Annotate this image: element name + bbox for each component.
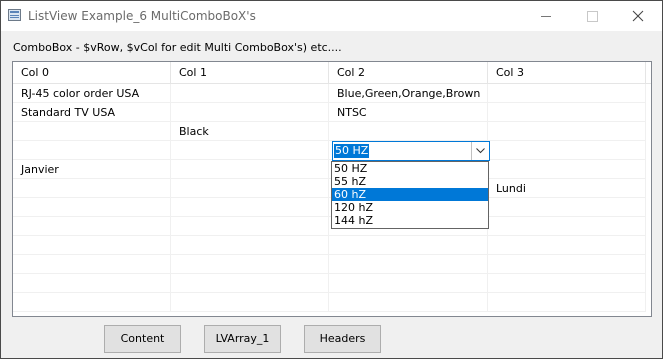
table-cell[interactable] xyxy=(13,217,171,236)
table-cell[interactable] xyxy=(488,236,646,255)
table-cell[interactable]: Blue,Green,Orange,Brown xyxy=(329,84,488,103)
table-row[interactable]: RJ-45 color order USA Blue,Green,Orange,B… xyxy=(13,84,651,103)
combobox-dropdown-button[interactable] xyxy=(471,142,489,160)
table-cell[interactable] xyxy=(171,179,329,198)
table-cell[interactable] xyxy=(13,255,171,274)
table-row[interactable] xyxy=(13,236,651,255)
lvarray-button[interactable]: LVArray_1 xyxy=(204,325,281,353)
table-cell[interactable] xyxy=(171,293,329,312)
combobox-value[interactable]: 50 HZ xyxy=(334,144,370,158)
table-cell[interactable] xyxy=(13,198,171,217)
list-header: Col 0 Col 1 Col 2 Col 3 xyxy=(13,62,651,84)
dropdown-option-selected[interactable]: 60 hZ xyxy=(332,188,488,201)
table-cell[interactable] xyxy=(171,255,329,274)
table-cell[interactable]: Janvier xyxy=(13,160,171,179)
table-cell[interactable] xyxy=(329,236,488,255)
table-row[interactable] xyxy=(13,255,651,274)
title-bar[interactable]: ListView Example_6 MultiComboBoX's xyxy=(1,1,662,31)
table-cell[interactable]: NTSC xyxy=(329,103,488,122)
column-header-1[interactable]: Col 1 xyxy=(171,62,329,84)
table-row[interactable] xyxy=(13,293,651,312)
table-cell[interactable] xyxy=(13,274,171,293)
app-window: ListView Example_6 MultiComboBoX's Combo… xyxy=(0,0,663,359)
table-cell[interactable] xyxy=(13,179,171,198)
table-row[interactable] xyxy=(13,274,651,293)
table-cell[interactable] xyxy=(488,274,646,293)
table-cell[interactable] xyxy=(488,198,646,217)
table-cell[interactable] xyxy=(171,160,329,179)
table-cell[interactable] xyxy=(171,198,329,217)
table-cell[interactable]: RJ-45 color order USA xyxy=(13,84,171,103)
table-cell[interactable] xyxy=(13,122,171,141)
table-cell[interactable] xyxy=(171,103,329,122)
table-cell[interactable] xyxy=(329,122,488,141)
table-cell[interactable] xyxy=(488,293,646,312)
table-cell[interactable] xyxy=(171,217,329,236)
dropdown-option[interactable]: 55 hZ xyxy=(332,175,488,188)
column-header-2[interactable]: Col 2 xyxy=(329,62,488,84)
table-cell[interactable] xyxy=(171,236,329,255)
table-row[interactable]: Black xyxy=(13,122,651,141)
table-cell[interactable] xyxy=(488,160,646,179)
table-cell[interactable] xyxy=(488,141,646,160)
table-cell[interactable] xyxy=(171,141,329,160)
table-cell[interactable] xyxy=(488,122,646,141)
table-cell[interactable] xyxy=(488,255,646,274)
table-cell[interactable] xyxy=(488,84,646,103)
table-cell[interactable] xyxy=(488,103,646,122)
close-icon xyxy=(632,10,644,22)
window-title: ListView Example_6 MultiComboBoX's xyxy=(28,9,256,23)
table-cell[interactable] xyxy=(171,84,329,103)
dropdown-option[interactable]: 50 HZ xyxy=(332,162,488,175)
table-cell[interactable]: Black xyxy=(171,122,329,141)
table-cell[interactable] xyxy=(13,141,171,160)
table-cell[interactable] xyxy=(13,293,171,312)
caption-label: ComboBox - $vRow, $vCol for edit Multi C… xyxy=(13,41,342,54)
content-button[interactable]: Content xyxy=(104,325,181,353)
combobox-dropdown-list[interactable]: 50 HZ 55 hZ 60 hZ 120 hZ 144 hZ xyxy=(331,161,489,229)
listview-app-icon xyxy=(8,9,21,21)
dropdown-option[interactable]: 144 hZ xyxy=(332,214,488,227)
table-cell[interactable] xyxy=(329,274,488,293)
table-cell[interactable]: Lundi xyxy=(488,179,646,198)
minimize-button[interactable] xyxy=(523,1,569,31)
column-header-0[interactable]: Col 0 xyxy=(13,62,171,84)
close-button[interactable] xyxy=(615,1,661,31)
table-cell[interactable] xyxy=(329,293,488,312)
column-header-3[interactable]: Col 3 xyxy=(488,62,646,84)
maximize-button[interactable] xyxy=(569,1,615,31)
table-row[interactable]: Standard TV USA NTSC xyxy=(13,103,651,122)
table-cell[interactable] xyxy=(488,217,646,236)
table-cell[interactable] xyxy=(171,274,329,293)
column-header-filler xyxy=(646,62,651,84)
table-cell[interactable] xyxy=(13,236,171,255)
table-cell[interactable]: Standard TV USA xyxy=(13,103,171,122)
frequency-combobox[interactable]: 50 HZ xyxy=(332,141,490,161)
table-cell[interactable] xyxy=(329,255,488,274)
dropdown-option[interactable]: 120 hZ xyxy=(332,201,488,214)
chevron-down-icon xyxy=(476,148,485,154)
headers-button[interactable]: Headers xyxy=(304,325,381,353)
